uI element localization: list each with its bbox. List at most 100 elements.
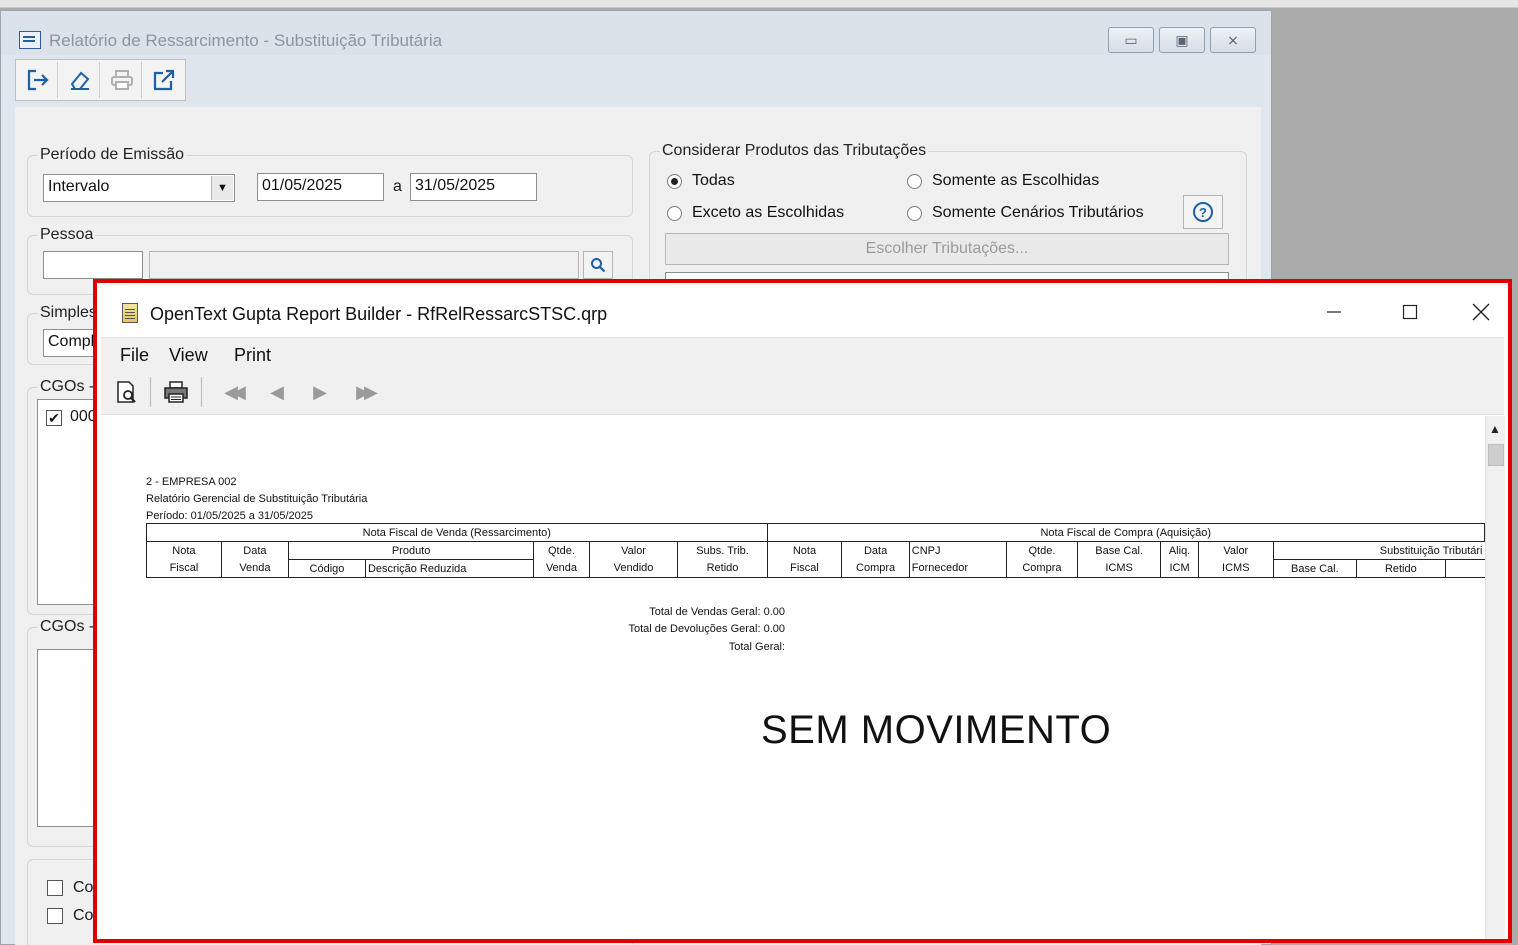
radio-exceto-escolhidas-indicator <box>667 205 682 221</box>
radio-somente-escolhidas-indicator <box>907 173 922 189</box>
group-venda-header: Nota Fiscal de Venda (Ressarcimento) <box>146 523 768 542</box>
exit-button[interactable] <box>18 62 58 98</box>
table-row: Nota Data Produto Qtde. Valor Subs. Trib… <box>146 541 1485 560</box>
export-button[interactable] <box>144 62 184 98</box>
clear-button[interactable] <box>60 62 100 98</box>
periodo-type-select[interactable]: Intervalo ▼ <box>43 174 235 202</box>
radio-cenarios-tributarios-label: Somente Cenários Tributários <box>932 204 1144 221</box>
col-st-base: Base Cal. <box>1272 559 1357 578</box>
report-empresa: 2 - EMPRESA 002 <box>146 476 237 488</box>
exit-icon <box>27 69 49 91</box>
periodo-type-value: Intervalo <box>48 178 110 195</box>
col-fiscal: Fiscal <box>146 559 222 578</box>
prev-page-icon: ◀ <box>270 381 284 402</box>
restore-button[interactable]: ▣ <box>1159 27 1205 53</box>
radio-cenarios-tributarios[interactable]: Somente Cenários Tributários <box>907 204 1144 222</box>
col-aliq: Aliq. <box>1160 541 1199 560</box>
prev-page-button[interactable]: ◀ <box>264 377 284 407</box>
minimize-button[interactable]: ▭ <box>1108 27 1154 53</box>
chevron-down-icon[interactable]: ▼ <box>211 176 233 200</box>
report-builder-title: OpenText Gupta Report Builder - RfRelRes… <box>150 304 608 324</box>
sem-movimento-label: SEM MOVIMENTO <box>761 708 1112 752</box>
minimize-icon <box>1327 311 1341 313</box>
col-fornecedor: Fornecedor <box>908 559 1007 578</box>
report-doc-icon <box>122 303 138 323</box>
menu-file[interactable]: File <box>120 345 149 366</box>
eraser-icon <box>70 71 89 90</box>
option-checkbox-2[interactable] <box>47 908 63 924</box>
rb-maximize-button[interactable] <box>1387 295 1433 329</box>
col-qtde-venda-2: Venda <box>533 559 590 578</box>
radio-somente-escolhidas-label: Somente as Escolhidas <box>932 172 1100 189</box>
total-vendas: Total de Vendas Geral: 0.00 <box>649 606 785 618</box>
group-compra-header: Nota Fiscal de Compra (Aquisição) <box>766 523 1485 542</box>
pessoa-search-button[interactable] <box>583 251 613 279</box>
col-icms: ICMS <box>1077 559 1162 578</box>
printer-icon <box>164 381 188 403</box>
option-label-2: Co <box>73 907 94 924</box>
next-page-button[interactable]: ▶ <box>307 377 327 407</box>
col-icms-valor: ICMS <box>1197 559 1274 578</box>
report-builder-window: OpenText Gupta Report Builder - RfRelRes… <box>93 279 1512 943</box>
pessoa-nome-field <box>149 251 579 279</box>
radio-cenarios-tributarios-indicator <box>907 205 922 221</box>
data-fim-field[interactable]: 31/05/2025 <box>410 173 537 201</box>
first-page-button[interactable]: ◀◀ <box>215 377 249 407</box>
report-builder-titlebar: OpenText Gupta Report Builder - RfRelRes… <box>101 287 1504 337</box>
data-inicio-field[interactable]: 01/05/2025 <box>257 173 384 201</box>
rb-menubar: File View Print <box>101 337 1504 369</box>
report-titulo: Relatório Gerencial de Substituição Trib… <box>146 493 368 505</box>
help-button[interactable]: ? <box>1183 195 1223 229</box>
scroll-up-icon[interactable]: ▲ <box>1489 422 1501 436</box>
close-button[interactable]: ⨯ <box>1210 27 1256 53</box>
col-nota: Nota <box>146 541 222 560</box>
help-icon: ? <box>1193 202 1213 222</box>
print-icon <box>110 70 133 90</box>
tributacoes-label: Considerar Produtos das Tributações <box>660 142 929 160</box>
col-valor-icms: Valor <box>1197 541 1274 560</box>
report-preview-page: 2 - EMPRESA 002 Relatório Gerencial de S… <box>101 416 1485 939</box>
pessoa-codigo-field[interactable] <box>43 251 143 279</box>
menu-view[interactable]: View <box>169 345 208 366</box>
col-qtde-venda: Qtde. <box>533 541 590 560</box>
col-descricao: Descrição Reduzida <box>364 559 535 578</box>
print-report-button[interactable] <box>161 377 191 407</box>
col-base-icms: Base Cal. <box>1077 541 1162 560</box>
pessoa-label: Pessoa <box>38 226 96 244</box>
desktop-top-strip <box>0 0 1518 8</box>
report-app-icon <box>19 31 41 49</box>
next-page-icon: ▶ <box>313 381 327 402</box>
col-compra-fiscal: Fiscal <box>766 559 843 578</box>
radio-exceto-escolhidas-label: Exceto as Escolhidas <box>692 204 845 221</box>
option-checkbox-1[interactable] <box>47 880 63 896</box>
radio-exceto-escolhidas[interactable]: Exceto as Escolhidas <box>667 204 844 222</box>
total-devolucoes: Total de Devoluções Geral: 0.00 <box>628 623 785 635</box>
menu-print[interactable]: Print <box>234 345 271 366</box>
rb-toolbar: ◀◀ ◀ ▶ ▶▶ <box>101 369 1504 415</box>
col-codigo: Código <box>288 559 366 578</box>
col-data-venda: Data <box>220 541 290 560</box>
scroll-thumb[interactable] <box>1488 444 1504 466</box>
table-row: Nota Fiscal de Venda (Ressarcimento) Not… <box>146 523 1485 542</box>
cgos-item-checkbox[interactable]: ✔ <box>46 410 62 426</box>
vertical-scrollbar[interactable]: ▲ <box>1485 416 1505 939</box>
radio-somente-escolhidas[interactable]: Somente as Escolhidas <box>907 172 1099 190</box>
print-preview-button[interactable] <box>113 377 141 407</box>
export-icon <box>153 69 175 91</box>
last-page-button[interactable]: ▶▶ <box>347 377 381 407</box>
ressarcimento-title: Relatório de Ressarcimento - Substituiçã… <box>49 31 443 50</box>
print-button[interactable] <box>102 62 142 98</box>
radio-todas[interactable]: Todas <box>667 172 735 190</box>
escolher-tributacoes-button[interactable]: Escolher Tributações... <box>665 233 1229 265</box>
col-retido: Retido <box>677 559 768 578</box>
col-substituicao: Substituição Tributári <box>1272 541 1485 560</box>
col-compra-nota: Nota <box>766 541 843 560</box>
col-data-compra: Data <box>841 541 910 560</box>
toolbar-separator <box>150 377 151 407</box>
col-venda: Venda <box>220 559 290 578</box>
radio-todas-indicator <box>667 173 682 189</box>
col-produto: Produto <box>287 541 535 560</box>
rb-close-button[interactable] <box>1458 295 1504 329</box>
col-st-extra <box>1444 559 1485 578</box>
rb-minimize-button[interactable] <box>1311 295 1357 329</box>
